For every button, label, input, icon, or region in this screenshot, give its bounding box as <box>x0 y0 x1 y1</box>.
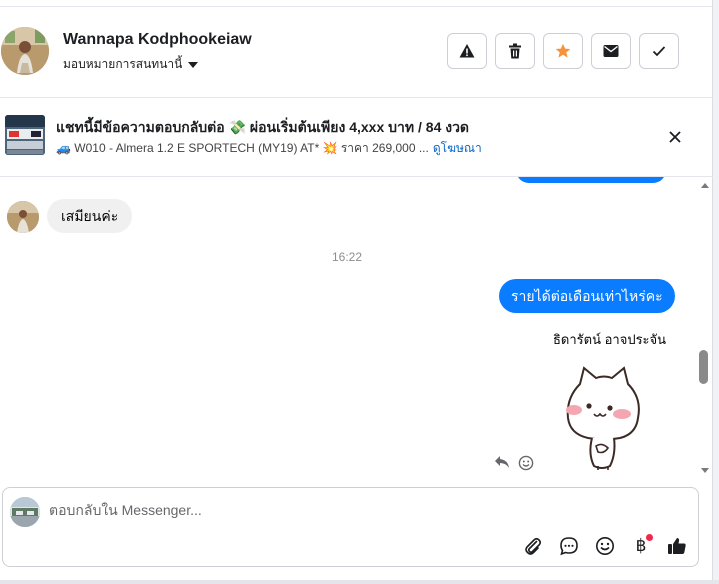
trash-icon <box>509 43 521 59</box>
cat-sticker-icon[interactable] <box>558 362 650 472</box>
assign-conversation-dropdown[interactable]: มอบหมายการสนทนานี้ <box>63 55 199 74</box>
warning-icon <box>459 44 475 58</box>
page-avatar <box>10 497 40 527</box>
chat-bubble-icon <box>560 537 578 556</box>
close-icon <box>669 131 681 143</box>
previous-outgoing-bubble <box>516 177 666 183</box>
notification-dot <box>646 534 653 541</box>
ad-title: แชทนี้มีข้อความตอบกลับต่อ 💸 ผ่อนเริ่มต้น… <box>56 119 470 135</box>
react-emoji-icon[interactable] <box>518 455 534 471</box>
attach-button[interactable] <box>521 534 545 558</box>
delete-button[interactable] <box>495 33 535 69</box>
star-icon <box>555 43 571 58</box>
reply-composer: ฿ <box>2 487 699 567</box>
report-button[interactable] <box>447 33 487 69</box>
contact-avatar[interactable] <box>1 27 49 75</box>
star-button[interactable] <box>543 33 583 69</box>
assign-label: มอบหมายการสนทนานี้ <box>63 57 183 71</box>
reply-icon[interactable] <box>494 455 510 469</box>
composer-tools: ฿ <box>521 534 689 558</box>
reply-input[interactable] <box>49 502 649 518</box>
emoji-button[interactable] <box>593 534 617 558</box>
thumbs-up-icon <box>668 538 686 554</box>
message-timestamp: 16:22 <box>331 250 363 264</box>
conversation-header: Wannapa Kodphookeiaw มอบหมายการสนทนานี้ <box>0 7 713 97</box>
contact-avatar-small[interactable] <box>7 201 39 233</box>
contact-name[interactable]: Wannapa Kodphookeiaw <box>63 31 252 49</box>
conversation-actions <box>447 33 679 69</box>
scroll-down-arrow-icon[interactable] <box>701 468 709 473</box>
message-thread: เสมียนค่ะ 16:22 รายได้ต่อเดือนเท่าไหร่คะ… <box>0 177 713 480</box>
scrollbar-thumb[interactable] <box>699 350 708 384</box>
envelope-icon <box>603 45 619 57</box>
saved-replies-button[interactable] <box>557 534 581 558</box>
baht-icon: ฿ <box>635 536 647 555</box>
inbox-conversation-panel: Wannapa Kodphookeiaw มอบหมายการสนทนานี้ <box>0 0 713 584</box>
ad-context-banner: แชทนี้มีข้อความตอบกลับต่อ 💸 ผ่อนเริ่มต้น… <box>0 98 713 176</box>
scroll-up-arrow-icon[interactable] <box>701 183 709 188</box>
view-ad-link[interactable]: ดูโฆษณา <box>433 141 482 155</box>
bottom-strip <box>0 580 719 584</box>
check-icon <box>652 46 666 57</box>
caret-down-icon <box>188 61 199 68</box>
message-tools <box>494 455 534 471</box>
ad-subtitle: 🚙 W010 - Almera 1.2 E SPORTECH (MY19) AT… <box>56 139 482 158</box>
mark-unread-button[interactable] <box>591 33 631 69</box>
paperclip-icon <box>525 537 542 555</box>
emoji-icon <box>596 537 614 555</box>
like-button[interactable] <box>665 534 689 558</box>
ad-thumbnail[interactable] <box>5 115 45 155</box>
incoming-message-bubble[interactable]: เสมียนค่ะ <box>47 199 133 233</box>
chat-scrollbar[interactable] <box>697 177 709 480</box>
ad-subtitle-text: 🚙 W010 - Almera 1.2 E SPORTECH (MY19) AT… <box>56 141 429 155</box>
payment-button[interactable]: ฿ <box>629 534 653 558</box>
sender-name: ธิดารัตน์ อาจประจัน <box>553 332 667 347</box>
close-banner-button[interactable] <box>666 128 684 146</box>
mark-done-button[interactable] <box>639 33 679 69</box>
outgoing-message-bubble[interactable]: รายได้ต่อเดือนเท่าไหร่คะ <box>499 279 675 313</box>
